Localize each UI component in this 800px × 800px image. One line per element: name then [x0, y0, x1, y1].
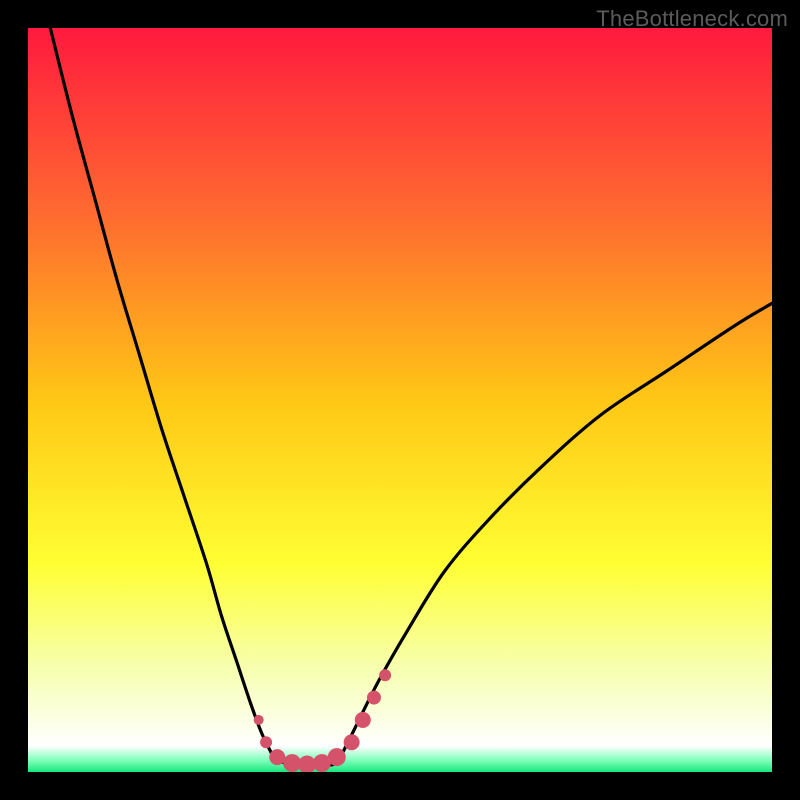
valley-marker: [328, 748, 346, 766]
valley-marker: [355, 712, 371, 728]
watermark-text: TheBottleneck.com: [596, 6, 788, 32]
chart-frame: TheBottleneck.com: [0, 0, 800, 800]
gradient-background: [28, 28, 772, 772]
valley-marker: [344, 734, 360, 750]
valley-marker: [269, 749, 285, 765]
valley-marker: [367, 691, 381, 705]
valley-marker: [379, 669, 391, 681]
bottleneck-chart: [0, 0, 800, 800]
valley-marker: [254, 715, 264, 725]
valley-marker: [260, 736, 272, 748]
